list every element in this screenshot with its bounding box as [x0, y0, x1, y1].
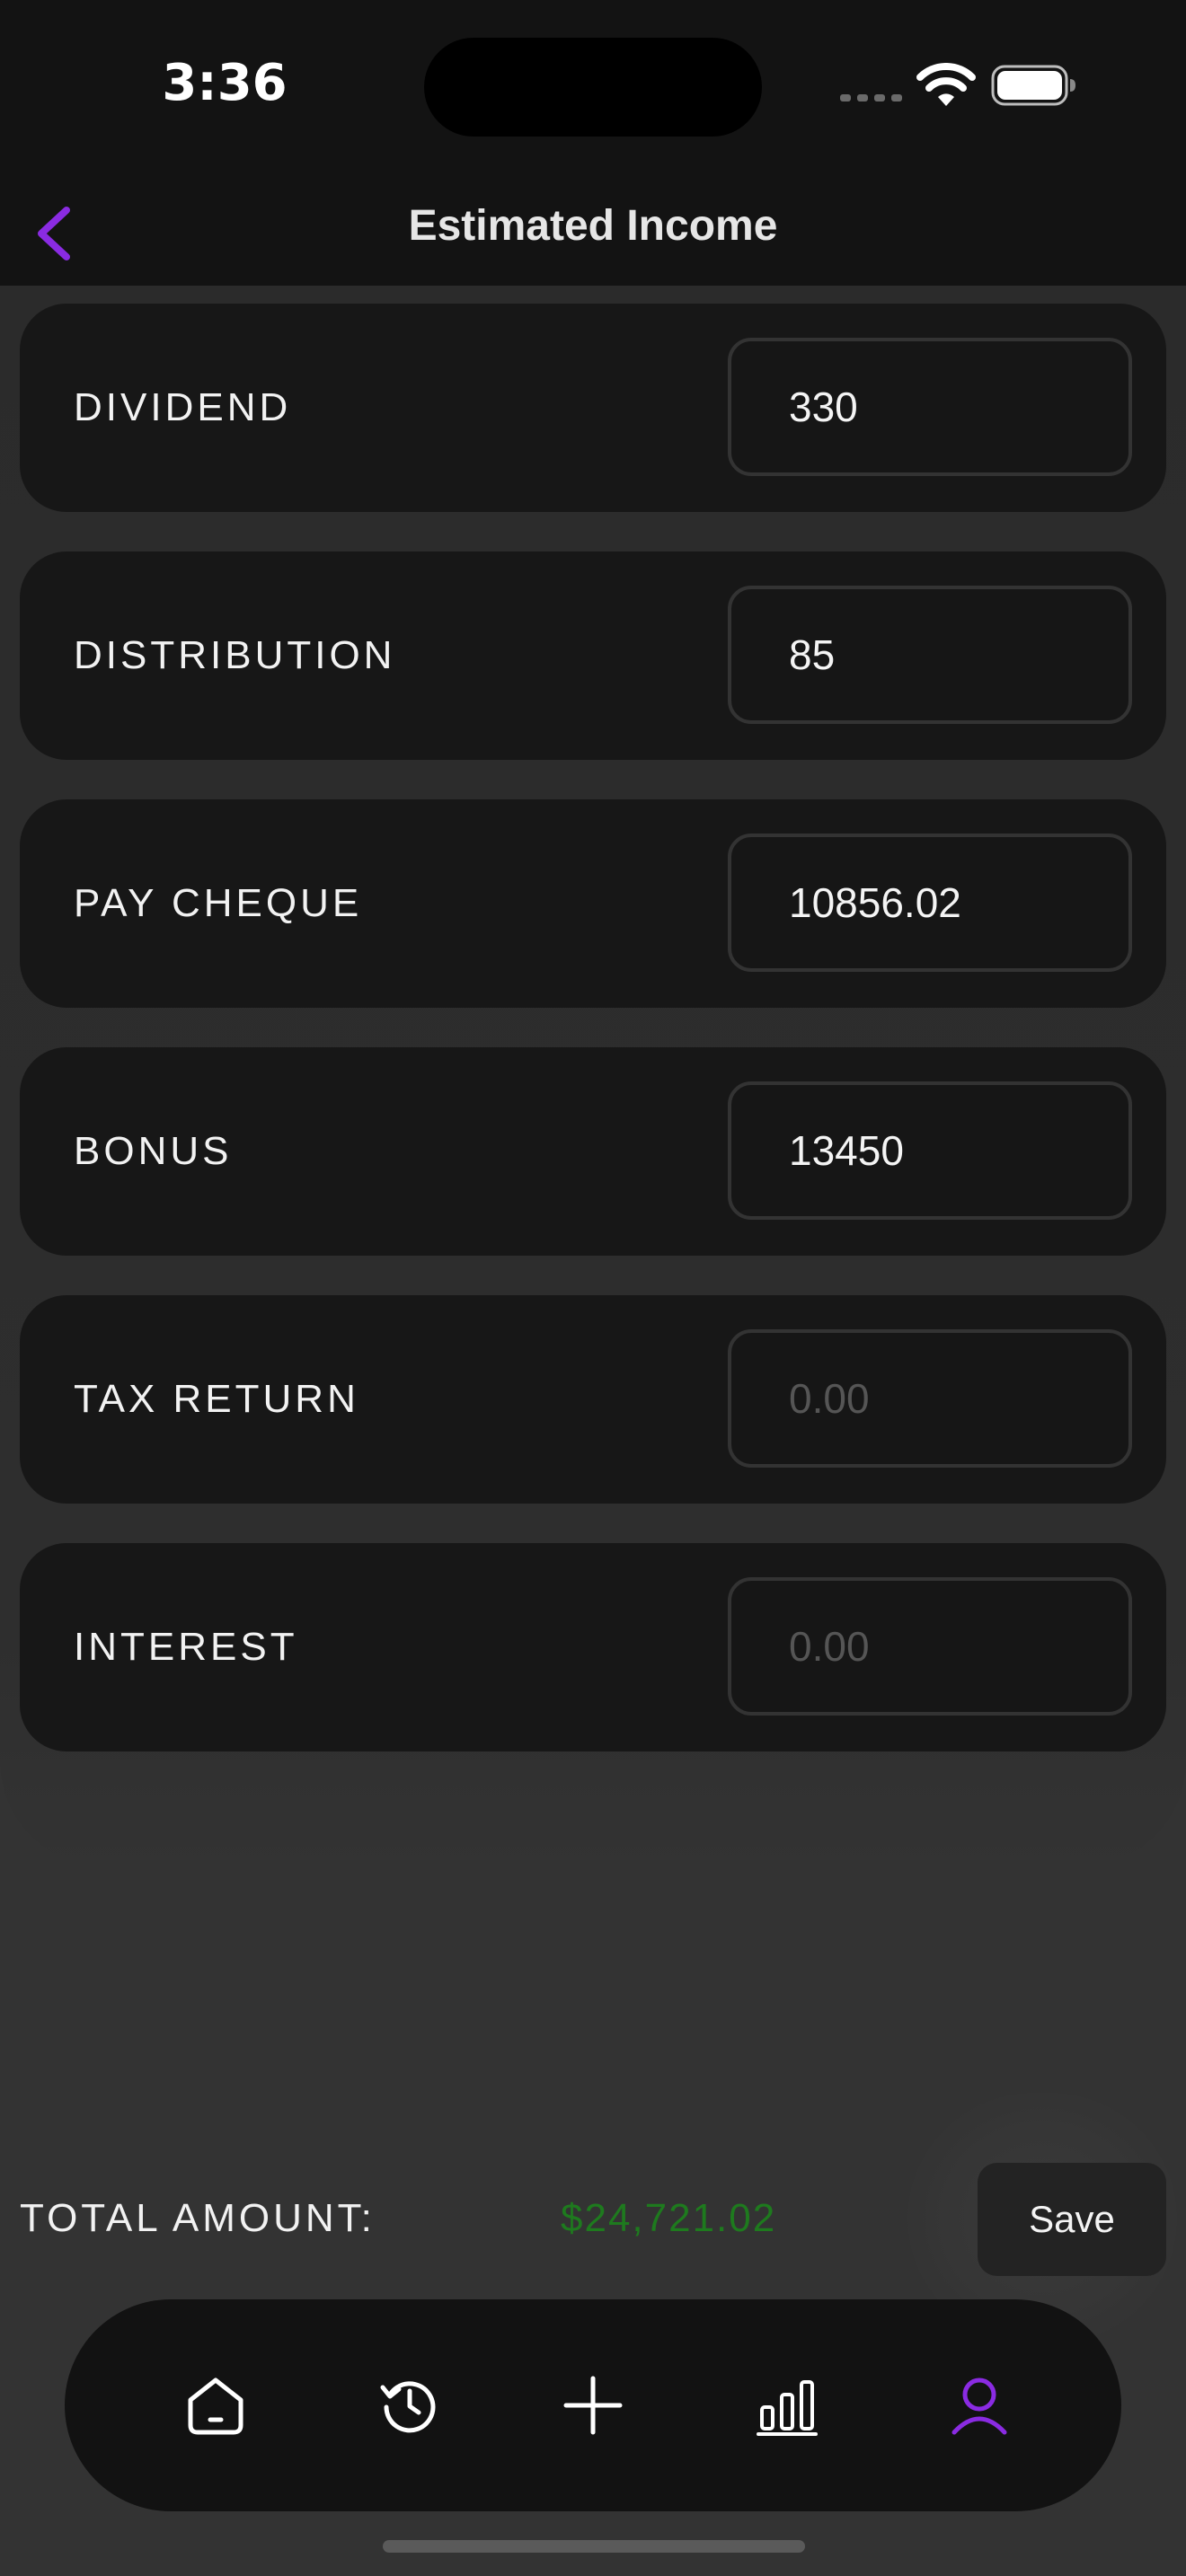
income-row-bonus: BONUS: [20, 1047, 1166, 1256]
total-amount-value: $24,721.02: [561, 2196, 777, 2240]
interest-input[interactable]: [728, 1577, 1132, 1716]
home-indicator: [383, 2540, 805, 2553]
profile-icon: [951, 2378, 1007, 2435]
status-time: 3:36: [162, 54, 288, 112]
status-bar: 3:36: [0, 0, 1186, 180]
pay-cheque-input[interactable]: [728, 834, 1132, 972]
income-row-distribution: DISTRIBUTION: [20, 551, 1166, 760]
tab-add[interactable]: [539, 2351, 647, 2459]
total-amount-label: TOTAL AMOUNT:: [20, 2196, 376, 2240]
income-label: BONUS: [74, 1129, 233, 1173]
income-label: INTEREST: [74, 1625, 298, 1669]
history-icon: [380, 2381, 436, 2433]
bonus-input[interactable]: [728, 1081, 1132, 1220]
income-row-dividend: DIVIDEND: [20, 304, 1166, 512]
tab-home[interactable]: [162, 2351, 270, 2459]
page-title: Estimated Income: [408, 202, 778, 250]
tab-profile[interactable]: [925, 2351, 1033, 2459]
income-label: PAY CHEQUE: [74, 881, 363, 925]
income-row-interest: INTEREST: [20, 1543, 1166, 1751]
income-label: DIVIDEND: [74, 385, 292, 429]
tax-return-input[interactable]: [728, 1329, 1132, 1468]
battery-icon: [991, 65, 1075, 106]
dynamic-island: [424, 38, 762, 137]
home-icon: [188, 2378, 243, 2435]
income-row-tax-return: TAX RETURN: [20, 1295, 1166, 1504]
wifi-icon: [916, 63, 976, 106]
bar-chart-icon: [757, 2380, 818, 2436]
save-button[interactable]: Save: [978, 2163, 1166, 2276]
income-row-pay-cheque: PAY CHEQUE: [20, 799, 1166, 1008]
income-label: DISTRIBUTION: [74, 633, 396, 677]
income-label: TAX RETURN: [74, 1377, 359, 1421]
tab-history[interactable]: [356, 2351, 464, 2459]
plus-icon: [563, 2376, 623, 2435]
estimated-income-screen: 3:36 Estimated Income DIVIDEND 330 DISTR…: [0, 0, 1186, 2576]
dividend-input[interactable]: [728, 338, 1132, 476]
nav-header: Estimated Income: [0, 180, 1186, 286]
tab-bar: [65, 2299, 1121, 2511]
tab-stats[interactable]: [733, 2351, 841, 2459]
distribution-input[interactable]: [728, 586, 1132, 724]
cellular-signal-icon: [840, 94, 902, 101]
